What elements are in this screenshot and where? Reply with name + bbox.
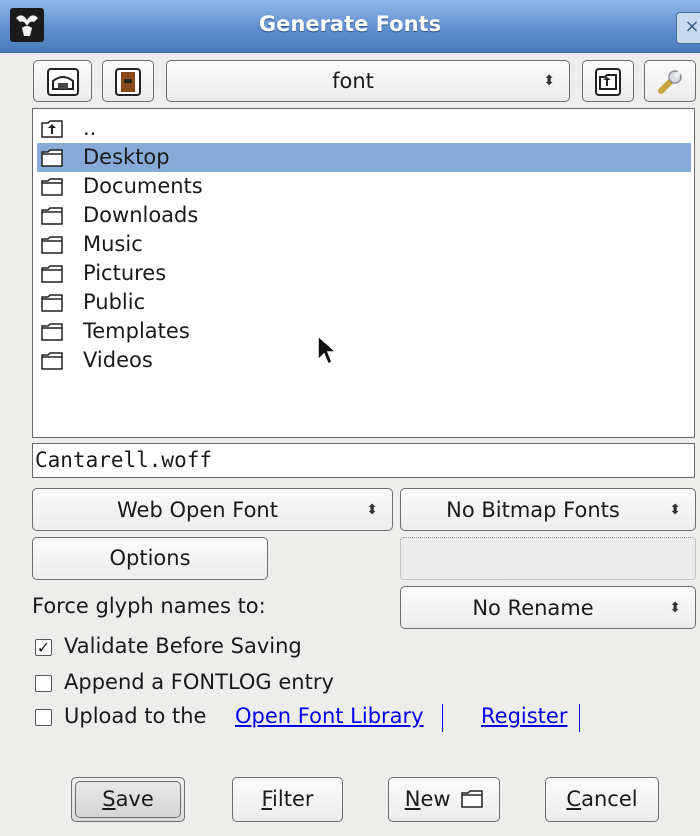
parent-folder-icon: [41, 120, 63, 138]
list-item-documents[interactable]: Documents: [37, 172, 691, 201]
configure-button[interactable]: [644, 60, 696, 102]
validate-checkbox[interactable]: ✓: [35, 639, 52, 656]
file-list[interactable]: .. Desktop Documents Downloads Music Pic…: [32, 108, 695, 438]
save-label: ave: [115, 787, 154, 811]
folder-icon: [461, 790, 483, 808]
list-item-label: ..: [83, 116, 97, 140]
list-item-label: Downloads: [83, 203, 199, 227]
cancel-mnemonic: C: [566, 787, 582, 811]
wrench-icon: [658, 70, 682, 94]
home-icon: [46, 68, 79, 96]
list-item-music[interactable]: Music: [37, 230, 691, 259]
new-folder-button[interactable]: New: [388, 777, 500, 822]
directory-value: font: [332, 69, 374, 93]
filename-input[interactable]: Cantarell.woff: [32, 443, 695, 478]
list-item-videos[interactable]: Videos: [37, 346, 691, 375]
updown-arrow-icon: ⬍: [669, 599, 681, 616]
list-item-public[interactable]: Public: [37, 288, 691, 317]
folder-icon: [41, 207, 63, 225]
outline-format-select[interactable]: Web Open Font ⬍: [32, 488, 393, 531]
folder-icon: [41, 236, 63, 254]
new-mnemonic: N: [404, 787, 421, 811]
list-item-desktop[interactable]: Desktop: [37, 143, 691, 172]
directory-select[interactable]: font ⬍: [166, 60, 570, 102]
outline-format-value: Web Open Font: [117, 497, 278, 522]
upload-checkbox[interactable]: [35, 709, 52, 726]
list-item-label: Pictures: [83, 261, 167, 285]
mouse-cursor-icon: [317, 334, 338, 366]
list-item-label: Desktop: [83, 145, 170, 169]
list-item-label: Documents: [83, 174, 203, 198]
updown-arrow-icon: ⬍: [366, 501, 378, 518]
home-button[interactable]: [33, 60, 92, 102]
folder-icon: [41, 265, 63, 283]
filter-label: ilter: [272, 787, 314, 811]
filter-button[interactable]: Filter: [232, 777, 343, 822]
parent-folder-icon: [595, 68, 621, 96]
filter-mnemonic: F: [261, 787, 273, 811]
link-caret: [442, 704, 443, 732]
save-mnemonic: S: [102, 787, 116, 811]
new-label: ew: [420, 787, 451, 811]
upload-label: Upload to the: [64, 704, 207, 728]
fontlog-label: Append a FONTLOG entry: [64, 670, 334, 694]
folder-icon: [41, 323, 63, 341]
validate-label: Validate Before Saving: [64, 634, 302, 658]
folder-icon: [41, 352, 63, 370]
window-title: Generate Fonts: [258, 12, 442, 36]
register-link[interactable]: Register: [481, 704, 567, 728]
updown-arrow-icon: ⬍: [543, 73, 555, 89]
glyph-names-label: Force glyph names to:: [32, 594, 266, 618]
folder-icon: [41, 294, 63, 312]
cancel-label: ancel: [581, 787, 638, 811]
updown-arrow-icon: ⬍: [669, 501, 681, 518]
disabled-bitmap-option: [400, 537, 696, 580]
parent-directory-button[interactable]: [582, 60, 634, 102]
bitmap-format-select[interactable]: No Bitmap Fonts ⬍: [400, 488, 696, 531]
folder-icon: [41, 178, 63, 196]
glyph-rename-value: No Rename: [472, 595, 594, 620]
close-window-button[interactable]: ×: [676, 12, 700, 44]
list-item-downloads[interactable]: Downloads: [37, 201, 691, 230]
bookmarks-button[interactable]: [102, 60, 154, 102]
link-caret: [579, 704, 580, 732]
list-item-label: Music: [83, 232, 143, 256]
cancel-button[interactable]: Cancel: [545, 777, 659, 822]
fontlog-checkbox[interactable]: [35, 675, 52, 692]
list-item-pictures[interactable]: Pictures: [37, 259, 691, 288]
close-icon: ×: [684, 16, 700, 37]
title-bar[interactable]: Generate Fonts ×: [0, 0, 700, 53]
list-item-parent[interactable]: ..: [37, 114, 691, 143]
list-item-label: Videos: [83, 348, 153, 372]
save-button[interactable]: Save: [75, 781, 181, 818]
bookmark-icon: [115, 68, 141, 96]
list-item-templates[interactable]: Templates: [37, 317, 691, 346]
glyph-rename-select[interactable]: No Rename ⬍: [400, 586, 696, 629]
generate-fonts-dialog: Generate Fonts × font ⬍ .. Desktop Docum…: [0, 0, 700, 836]
options-button[interactable]: Options: [32, 537, 268, 580]
folder-icon: [41, 149, 63, 167]
list-item-label: Templates: [83, 319, 190, 343]
bitmap-format-value: No Bitmap Fonts: [446, 497, 620, 522]
open-font-library-link[interactable]: Open Font Library: [235, 704, 424, 728]
list-item-label: Public: [83, 290, 146, 314]
